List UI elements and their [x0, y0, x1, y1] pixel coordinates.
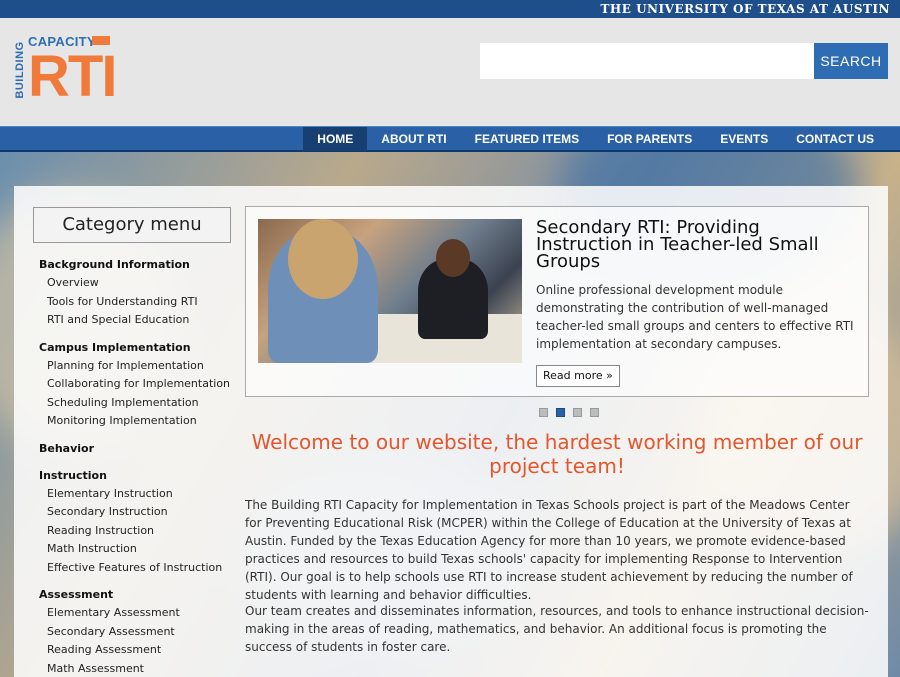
search-button[interactable]: SEARCH — [814, 43, 888, 79]
category-menu-title: Category menu — [33, 207, 231, 243]
category-heading[interactable]: Background Information — [39, 258, 239, 272]
category-link[interactable]: RTI and Special Education — [39, 314, 239, 326]
site-logo[interactable]: BUILDING CAPACITY RTI — [14, 34, 117, 114]
category-link[interactable]: Reading Instruction — [39, 524, 239, 537]
slider-dot-2[interactable] — [556, 408, 565, 417]
slide-image[interactable] — [258, 219, 522, 363]
university-bar: THE UNIVERSITY OF TEXAS AT AUSTIN — [0, 0, 900, 18]
slider-dot-1[interactable] — [539, 408, 548, 417]
site-header: BUILDING CAPACITY RTI SEARCH — [0, 18, 900, 126]
slide-title[interactable]: Secondary RTI: Providing Instruction in … — [536, 219, 856, 271]
nav-item-home[interactable]: HOME — [303, 127, 368, 151]
main-nav: HOME ABOUT RTI FEATURED ITEMS FOR PARENTS EV… — [0, 126, 900, 152]
slider-dot-4[interactable] — [590, 408, 599, 417]
university-name[interactable]: THE UNIVERSITY OF TEXAS AT AUSTIN — [601, 2, 891, 16]
category-link[interactable]: Secondary Instruction — [39, 506, 239, 518]
nav-item-featured-items[interactable]: FEATURED ITEMS — [461, 127, 593, 151]
category-link[interactable]: Scheduling Implementation — [39, 396, 239, 409]
category-heading[interactable]: Behavior — [39, 442, 239, 456]
category-heading[interactable]: Campus Implementation — [39, 341, 239, 355]
search-input[interactable] — [480, 43, 814, 79]
category-heading[interactable]: Assessment — [39, 588, 239, 602]
category-link[interactable]: Reading Assessment — [39, 644, 239, 656]
content-panel: Category menu Background Information Over… — [14, 186, 888, 677]
slider-dots — [539, 408, 599, 417]
welcome-heading: Welcome to our website, the hardest work… — [251, 430, 863, 478]
slide-description: Online professional development module d… — [536, 283, 854, 351]
category-link[interactable]: Monitoring Implementation — [39, 415, 239, 427]
category-link[interactable]: Math Instruction — [39, 543, 239, 555]
category-menu: Background Information Overview Tools for … — [39, 258, 239, 677]
nav-item-contact-us[interactable]: CONTACT US — [782, 127, 888, 151]
category-link[interactable]: Secondary Assessment — [39, 625, 239, 638]
intro-paragraph: The Building RTI Capacity for Implementa… — [245, 498, 853, 602]
read-more-button[interactable]: Read more » — [536, 365, 620, 387]
category-link[interactable]: Math Assessment — [39, 662, 239, 675]
nav-item-events[interactable]: EVENTS — [706, 127, 782, 151]
category-link[interactable]: Tools for Understanding RTI — [39, 295, 239, 308]
logo-rti: RTI — [28, 44, 117, 109]
category-link[interactable]: Overview — [39, 277, 239, 289]
category-heading[interactable]: Instruction — [39, 469, 239, 483]
nav-item-for-parents[interactable]: FOR PARENTS — [593, 127, 706, 151]
category-link[interactable]: Elementary Instruction — [39, 487, 239, 500]
logo-building: BUILDING — [14, 41, 26, 99]
category-link[interactable]: Planning for Implementation — [39, 359, 239, 372]
featured-slide: Secondary RTI: Providing Instruction in … — [245, 206, 869, 397]
slider-dot-3[interactable] — [573, 408, 582, 417]
team-paragraph: Our team creates and disseminates inform… — [245, 604, 869, 654]
category-link[interactable]: Effective Features of Instruction — [39, 561, 239, 574]
category-link[interactable]: Elementary Assessment — [39, 607, 239, 619]
category-link[interactable]: Collaborating for Implementation — [39, 378, 239, 390]
nav-item-about-rti[interactable]: ABOUT RTI — [367, 127, 460, 151]
